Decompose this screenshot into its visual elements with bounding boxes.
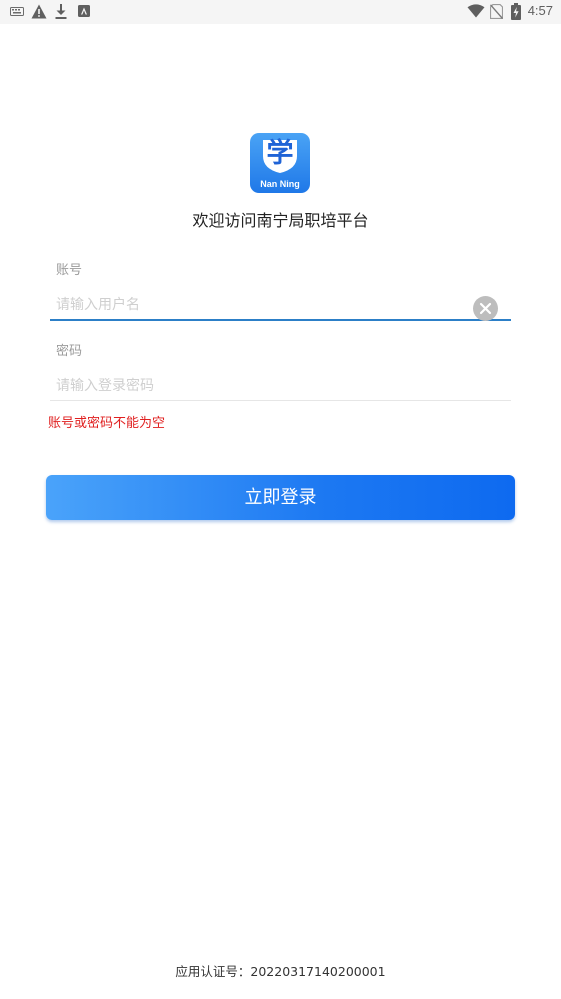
logo-character: 学: [266, 138, 294, 169]
keyboard-icon: [10, 7, 24, 16]
error-message: 账号或密码不能为空: [48, 416, 166, 431]
download-icon: [55, 4, 67, 19]
clear-account-button[interactable]: [473, 296, 498, 321]
account-label: 账号: [56, 263, 83, 278]
status-bar: 4:57: [0, 0, 561, 24]
logo-caption: Nan Ning: [260, 179, 300, 189]
password-input[interactable]: [50, 371, 511, 401]
app-a-icon: [78, 5, 90, 17]
close-icon: [479, 302, 492, 315]
warning-icon: [31, 4, 47, 19]
app-logo: 学 Nan Ning: [250, 133, 310, 193]
password-label: 密码: [56, 344, 83, 359]
battery-charging-icon: [511, 3, 521, 20]
wifi-icon: [467, 4, 485, 18]
login-button[interactable]: 立即登录: [46, 475, 515, 520]
password-underline: [50, 400, 511, 401]
account-input[interactable]: [50, 290, 511, 320]
certification-number: 应用认证号：20220317140200001: [175, 964, 386, 979]
status-time: 4:57: [527, 3, 553, 18]
account-underline: [50, 319, 511, 321]
login-screen: 4:57 学 Nan Ning 欢迎访问南宁局职培平台 账号 密码 账号或密码不…: [0, 0, 561, 999]
no-sim-icon: [490, 4, 503, 19]
welcome-title: 欢迎访问南宁局职培平台: [192, 211, 369, 230]
